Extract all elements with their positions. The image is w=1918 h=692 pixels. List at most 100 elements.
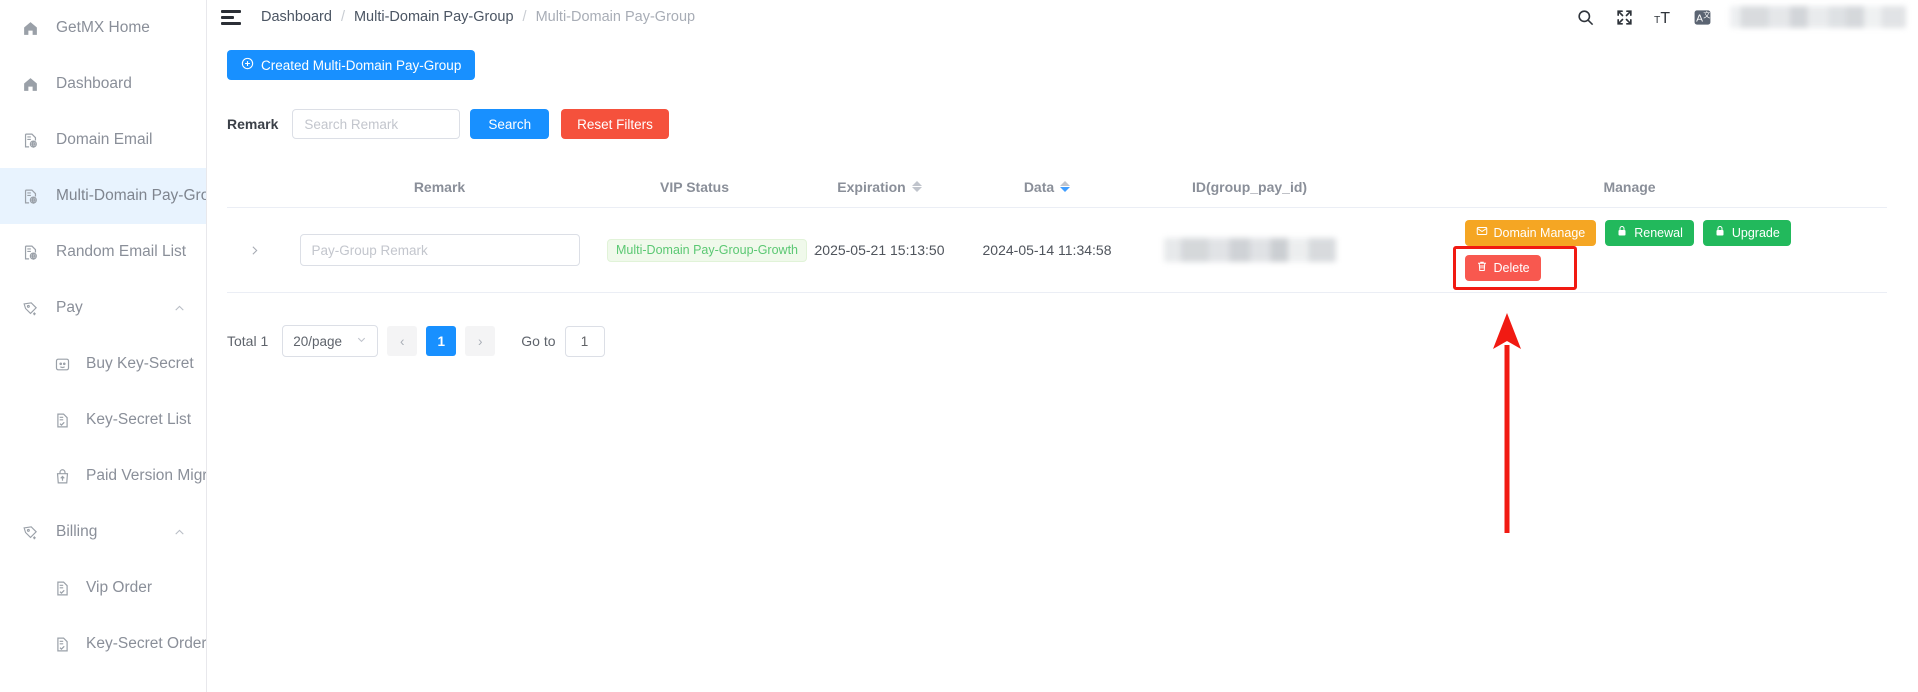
status-badge: Multi-Domain Pay-Group-Growth (607, 238, 807, 262)
upgrade-label: Upgrade (1731, 225, 1780, 240)
svg-text:A: A (1696, 13, 1703, 24)
breadcrumb-item-current: Multi-Domain Pay-Group (535, 9, 696, 25)
plus-circle-icon (241, 57, 254, 73)
sidebar-item-getmx-home[interactable]: GetMX Home (0, 0, 206, 56)
home-icon (20, 74, 40, 94)
group-pay-id-redacted (1163, 238, 1336, 262)
row-remark-input[interactable] (299, 234, 580, 266)
sidebar-item-label: Multi-Domain Pay-Group (56, 187, 206, 204)
search-icon[interactable] (1574, 6, 1596, 28)
document-globe-icon (20, 186, 40, 206)
document-globe-icon (20, 242, 40, 262)
hamburger-collapse-icon[interactable] (221, 6, 243, 28)
sidebar-group-billing[interactable]: Billing (0, 504, 206, 560)
fullscreen-icon[interactable] (1613, 6, 1635, 28)
sidebar-item-dashboard[interactable]: Dashboard (0, 56, 206, 112)
chevron-down-icon (356, 334, 367, 348)
sidebar-group-referral-program[interactable]: Referral Program (0, 672, 206, 692)
document-check-icon (52, 410, 72, 430)
create-pay-group-button[interactable]: Created Multi-Domain Pay-Group (227, 50, 476, 80)
reset-filters-button[interactable]: Reset Filters (561, 109, 669, 139)
sidebar-item-label: Random Email List (56, 243, 187, 260)
table-header-manage: Manage (1603, 178, 1656, 195)
tag-plus-icon (20, 522, 40, 542)
sidebar-group-pay[interactable]: Pay (0, 280, 206, 336)
sidebar-item-key-secret-order[interactable]: Key-Secret Order (0, 616, 206, 672)
table-header-id: ID(group_pay_id) (1191, 178, 1308, 195)
pay-group-table: Remark VIP Status Expiration Data ID(gro… (227, 166, 1887, 293)
create-pay-group-label: Created Multi-Domain Pay-Group (261, 57, 462, 73)
sidebar-item-key-secret-list[interactable]: Key-Secret List (0, 392, 206, 448)
sort-icon-data[interactable] (1060, 181, 1071, 192)
delete-button[interactable]: Delete (1464, 254, 1541, 281)
user-account-name[interactable] (1730, 6, 1906, 28)
page-content: Created Multi-Domain Pay-Group Remark Se… (207, 34, 1918, 357)
document-globe-icon (20, 130, 40, 150)
sidebar-item-buy-key-secret[interactable]: Buy Key-Secret (0, 336, 206, 392)
sidebar-item-domain-email[interactable]: Domain Email (0, 112, 206, 168)
font-size-icon[interactable]: TT (1652, 6, 1674, 28)
sidebar-item-random-email-list[interactable]: Random Email List (0, 224, 206, 280)
sidebar-item-label: Buy Key-Secret (86, 355, 194, 372)
sidebar-group-label: Billing (56, 523, 98, 540)
sidebar-item-label: Key-Secret Order (86, 635, 207, 652)
sidebar: GetMX Home Dashboard Domain Email Multi-… (0, 0, 207, 692)
document-check-icon (52, 578, 72, 598)
sidebar-item-multi-domain-pay-group[interactable]: Multi-Domain Pay-Group (0, 168, 206, 224)
sidebar-item-paid-version-migration[interactable]: Paid Version Migration (0, 448, 206, 504)
pagination-page-1[interactable]: 1 (426, 326, 457, 356)
upgrade-button[interactable]: Upgrade (1702, 219, 1791, 246)
sidebar-item-label: Vip Order (86, 579, 153, 596)
table-row: Multi-Domain Pay-Group-Growth . 2025-05-… (227, 208, 1887, 293)
topbar: Dashboard / Multi-Domain Pay-Group / Mul… (207, 0, 1918, 34)
pagination-goto: Go to (521, 325, 605, 357)
search-button[interactable]: Search (470, 109, 550, 139)
row-id-cell (1127, 238, 1372, 262)
tag-plus-icon (20, 298, 40, 318)
table-header-vip-status: VIP Status (660, 178, 729, 195)
sidebar-item-label: Dashboard (56, 75, 132, 92)
domain-manage-button[interactable]: Domain Manage (1464, 219, 1597, 246)
table-header-data[interactable]: Data (967, 179, 1127, 195)
chevron-up-icon (173, 302, 186, 315)
remark-filter-label: Remark (227, 116, 279, 132)
delete-label: Delete (1493, 260, 1530, 275)
lock-icon (1616, 225, 1628, 240)
row-expand-cell (227, 244, 282, 257)
pagination-total: Total 1 (227, 333, 269, 349)
goto-page-input[interactable] (564, 325, 605, 357)
row-remark-cell (282, 234, 597, 266)
table-header-expiration-label: Expiration (837, 178, 906, 195)
sidebar-item-label: Domain Email (56, 131, 153, 148)
sidebar-item-label: Paid Version Migration (86, 467, 207, 484)
row-vip-status-cell: Multi-Domain Pay-Group-Growth . (597, 238, 817, 262)
pagination-prev-button[interactable]: ‹ (387, 326, 418, 356)
breadcrumb-item-dashboard[interactable]: Dashboard (261, 9, 332, 25)
table-header-row: Remark VIP Status Expiration Data ID(gro… (227, 166, 1887, 208)
envelope-icon (1476, 225, 1488, 240)
row-expiration-cell: 2025-05-21 15:13:50 (814, 242, 945, 258)
breadcrumb-item-multi-domain-pay-group[interactable]: Multi-Domain Pay-Group (354, 9, 514, 25)
breadcrumb-separator: / (340, 9, 345, 25)
sidebar-group-label: Pay (56, 299, 83, 316)
pagination: Total 1 20/page ‹ 1 › Go to (227, 325, 1898, 357)
pagination-next-button[interactable]: › (465, 326, 496, 356)
language-translate-icon[interactable]: A文 (1691, 6, 1713, 28)
sidebar-item-label: GetMX Home (56, 19, 150, 36)
sidebar-item-label: Key-Secret List (86, 411, 192, 428)
app-root: GetMX Home Dashboard Domain Email Multi-… (0, 0, 1918, 692)
filter-bar: Remark Search Reset Filters (227, 109, 1898, 139)
row-manage-cell: Domain Manage Renewal Upgrade Delete (1372, 219, 1887, 290)
renewal-button[interactable]: Renewal (1605, 219, 1694, 246)
table-header-data-label: Data (1023, 178, 1055, 195)
page-size-select[interactable]: 20/page (282, 325, 379, 357)
table-header-remark: Remark (413, 178, 466, 195)
domain-manage-label: Domain Manage (1493, 225, 1586, 240)
sidebar-item-vip-order[interactable]: Vip Order (0, 560, 206, 616)
sort-icon-expiration[interactable] (911, 181, 922, 192)
page-size-value: 20/page (293, 333, 343, 349)
svg-text:T: T (1660, 10, 1670, 27)
search-remark-input[interactable] (292, 109, 461, 139)
table-header-expiration[interactable]: Expiration (792, 179, 967, 195)
chevron-right-icon[interactable] (248, 244, 261, 257)
